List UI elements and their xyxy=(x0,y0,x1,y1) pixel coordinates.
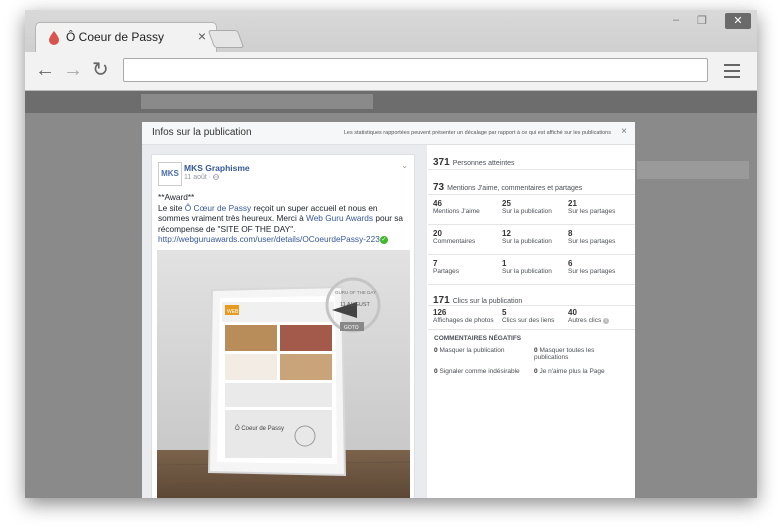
negative-hide-all: 0 Masquer toutes les publications xyxy=(534,347,595,361)
clicks-row: 171 Clics sur la publication xyxy=(428,285,635,306)
browser-window: Ô Coeur de Passy × – ❐ ✕ ← → ↻ Infos sur… xyxy=(25,10,757,498)
info-icon[interactable]: i xyxy=(603,318,610,324)
address-bar[interactable] xyxy=(123,58,708,82)
shares-total: 7 xyxy=(433,259,438,268)
shares-on-shares-label: Sur les partages xyxy=(568,268,616,275)
likes-on-post: 25 xyxy=(502,199,511,208)
tab-title: Ô Coeur de Passy xyxy=(66,30,165,44)
likes-row: 46 Mentions J'aime 25 Sur la publication 2… xyxy=(428,195,635,225)
comments-on-shares-label: Sur les partages xyxy=(568,238,616,245)
page-viewport: Infos sur la publication Les statistique… xyxy=(25,91,757,498)
photo-views-label: Affichages de photos xyxy=(433,317,494,324)
shares-on-shares: 6 xyxy=(568,259,573,268)
restore-icon[interactable]: ❐ xyxy=(697,14,707,27)
clicks-label: Clics sur la publication xyxy=(452,298,523,305)
badge-date-text: 11 AUGUST xyxy=(340,302,370,308)
browser-toolbar: ← → ↻ xyxy=(25,52,757,91)
photo-views: 126 xyxy=(433,308,447,317)
reload-icon[interactable]: ↻ xyxy=(92,60,109,80)
new-tab-button[interactable] xyxy=(207,30,245,48)
likes-total-label: Mentions J'aime xyxy=(433,208,480,215)
close-window-icon[interactable]: ✕ xyxy=(725,13,751,29)
negative-hide-post: 0 Masquer la publication xyxy=(434,347,505,354)
back-arrow-icon[interactable]: ← xyxy=(35,60,55,80)
facebook-search-dimmed xyxy=(141,94,373,109)
engagement-value: 73 xyxy=(433,182,445,193)
globe-icon xyxy=(213,174,219,181)
modal-title: Infos sur la publication xyxy=(152,127,252,138)
reach-value: 371 xyxy=(433,157,450,168)
engagement-label: Mentions J'aime, commentaires et partage… xyxy=(447,185,583,192)
web-guru-awards-link[interactable]: Web Guru Awards xyxy=(306,213,373,223)
engagement-row: 73 Mentions J'aime, commentaires et parta… xyxy=(428,170,635,195)
other-clicks-label: Autres clics i xyxy=(568,317,610,324)
chevron-down-icon[interactable]: ⌄ xyxy=(401,161,408,170)
comments-row: 20 Commentaires 12 Sur la publication 8 Sur… xyxy=(428,225,635,255)
comments-total: 20 xyxy=(433,229,442,238)
likes-on-shares-label: Sur les partages xyxy=(568,208,616,215)
negative-feedback-title: COMMENTAIRES NÉGATIFS xyxy=(434,335,522,342)
modal-header: Infos sur la publication Les statistique… xyxy=(142,122,635,145)
background-panel-dimmed xyxy=(637,161,749,179)
modal-close-icon[interactable]: × xyxy=(621,126,627,137)
page-name-link[interactable]: MKS Graphisme xyxy=(184,163,250,173)
site-name-text: Ô Coeur de Passy xyxy=(235,425,284,432)
post-preview-pane: MKS MKS Graphisme 11 août · ⌄ **Award** … xyxy=(142,145,427,498)
logo-text: WEB xyxy=(227,309,239,315)
post-photo[interactable]: WEB Ô Coeur de Passy GURU OF THE DAY 11 … xyxy=(157,250,410,498)
comments-on-post: 12 xyxy=(502,229,511,238)
post-url-link[interactable]: http://webguruawards.com/user/details/OC… xyxy=(158,234,380,244)
badge-title-text: GURU OF THE DAY xyxy=(335,290,376,295)
modal-note: Les statistiques rapportées peuvent prés… xyxy=(343,130,611,136)
shares-on-post-label: Sur la publication xyxy=(502,268,552,275)
clicks-detail-row: 126 Affichages de photos 5 Clics sur des l… xyxy=(428,306,635,330)
stats-pane: 371 Personnes atteintes 73 Mentions J'aime… xyxy=(428,145,635,498)
likes-total: 46 xyxy=(433,199,442,208)
negative-report-spam: 0 Signaler comme indésirable xyxy=(434,368,520,375)
shares-total-label: Partages xyxy=(433,268,460,275)
post-insights-modal: Infos sur la publication Les statistique… xyxy=(142,122,635,498)
shares-on-post: 1 xyxy=(502,259,507,268)
browser-tab[interactable]: Ô Coeur de Passy × xyxy=(35,22,217,53)
reach-label: Personnes atteintes xyxy=(452,160,515,167)
shares-row: 7 Partages 1 Sur la publication 6 Sur les p… xyxy=(428,255,635,285)
post-text: **Award** Le site Ô Cœur de Passy reçoit… xyxy=(158,192,410,245)
clicks-value: 171 xyxy=(433,295,450,306)
reach-row: 371 Personnes atteintes xyxy=(428,145,635,170)
title-bar: Ô Coeur de Passy × – ❐ ✕ xyxy=(25,10,757,53)
forward-arrow-icon[interactable]: → xyxy=(63,60,83,80)
link-clicks-label: Clics sur des liens xyxy=(502,317,555,324)
goto-text: GOTO xyxy=(344,325,359,331)
negative-unlike-page: 0 Je n'aime plus la Page xyxy=(534,368,605,375)
post-text-part: Le site xyxy=(158,202,185,213)
comments-on-post-label: Sur la publication xyxy=(502,238,552,245)
drop-icon xyxy=(49,31,59,45)
menu-icon[interactable] xyxy=(724,64,740,82)
comments-on-shares: 8 xyxy=(568,229,573,238)
tab-close-icon[interactable]: × xyxy=(198,28,206,44)
other-clicks: 40 xyxy=(568,308,577,317)
page-avatar[interactable]: MKS xyxy=(158,162,182,186)
comments-total-label: Commentaires xyxy=(433,238,476,245)
award-line: **Award** xyxy=(158,192,195,202)
post-card: MKS MKS Graphisme 11 août · ⌄ **Award** … xyxy=(151,154,415,498)
poster-illustration: WEB Ô Coeur de Passy GURU OF THE DAY 11 … xyxy=(157,250,410,498)
minimize-icon[interactable]: – xyxy=(673,14,679,26)
checkmark-icon: ✓ xyxy=(379,235,388,244)
likes-on-shares: 21 xyxy=(568,199,577,208)
likes-on-post-label: Sur la publication xyxy=(502,208,552,215)
post-date: 11 août · xyxy=(184,174,219,181)
facebook-bar-dimmed xyxy=(25,91,757,113)
link-clicks: 5 xyxy=(502,308,507,317)
site-link[interactable]: Ô Cœur de Passy xyxy=(185,203,251,213)
